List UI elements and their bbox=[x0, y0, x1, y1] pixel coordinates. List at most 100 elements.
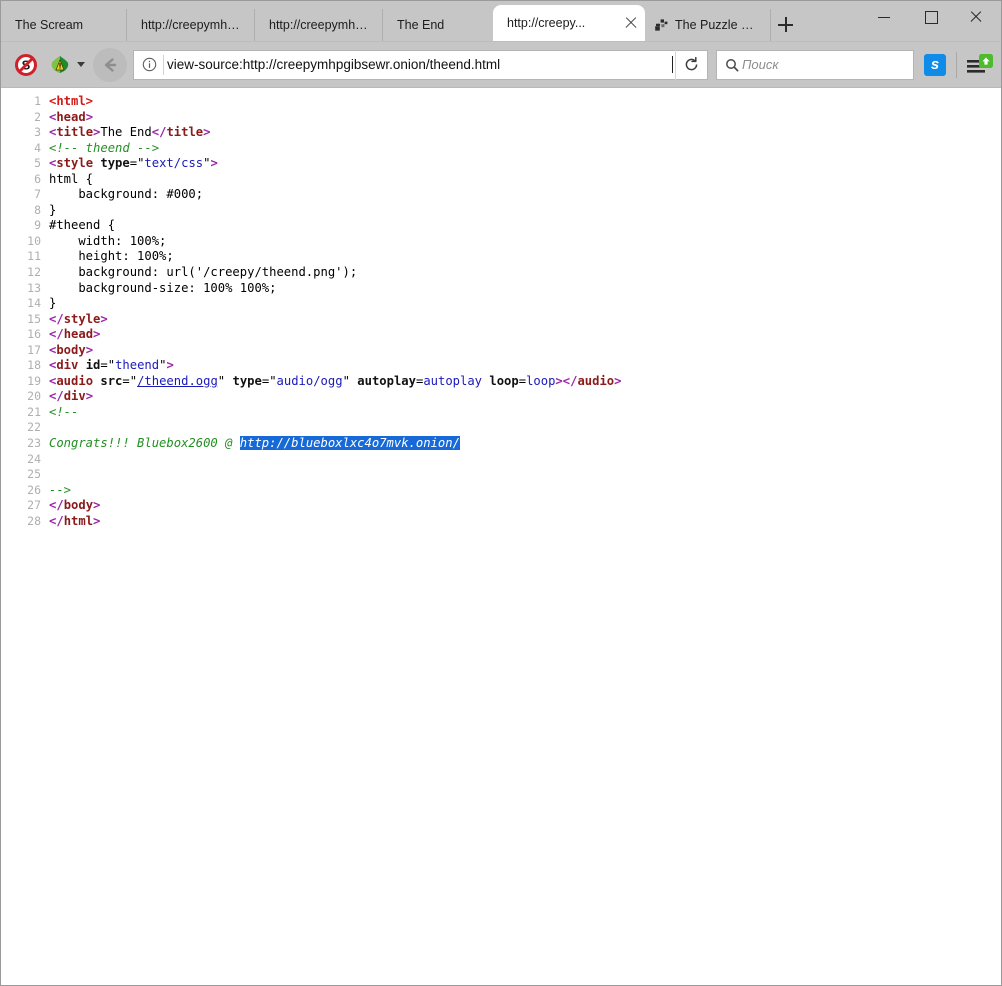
source-line: 24 bbox=[1, 452, 1001, 468]
source-line: 14} bbox=[1, 296, 1001, 312]
chevron-down-icon bbox=[77, 62, 85, 67]
source-token: id bbox=[86, 358, 101, 372]
window-close-icon[interactable] bbox=[953, 1, 999, 31]
source-token: = bbox=[130, 156, 137, 170]
source-token: head bbox=[56, 110, 85, 124]
source-token: > bbox=[93, 327, 100, 341]
tab-the-scream[interactable]: The Scream bbox=[1, 9, 127, 41]
source-token: audio bbox=[577, 374, 614, 388]
source-line: 26--> bbox=[1, 483, 1001, 499]
source-token: </ bbox=[49, 389, 64, 403]
source-line: 20 </div> bbox=[1, 389, 1001, 405]
tab-label: http://creepymhp... bbox=[269, 18, 372, 32]
source-token: background: url('/creepy/theend.png'); bbox=[49, 265, 357, 279]
line-number: 20 bbox=[1, 389, 41, 405]
back-button[interactable] bbox=[93, 48, 127, 82]
source-token: text/css bbox=[144, 156, 203, 170]
line-number: 9 bbox=[1, 218, 41, 234]
source-token: > bbox=[93, 514, 100, 528]
skype-icon[interactable]: s bbox=[924, 54, 946, 76]
source-token: > bbox=[100, 312, 107, 326]
source-token: autoplay bbox=[423, 374, 482, 388]
search-bar[interactable]: Поиск bbox=[716, 50, 914, 80]
source-token: type bbox=[100, 156, 129, 170]
minimize-icon[interactable] bbox=[861, 1, 907, 31]
source-line: 13 background-size: 100% 100%; bbox=[1, 281, 1001, 297]
line-number: 23 bbox=[1, 436, 41, 452]
line-number: 25 bbox=[1, 467, 41, 483]
source-token: " bbox=[269, 374, 276, 388]
source-token: theend bbox=[115, 358, 159, 372]
hamburger-menu-button[interactable] bbox=[961, 50, 997, 80]
line-number: 8 bbox=[1, 203, 41, 219]
info-icon[interactable] bbox=[136, 52, 162, 78]
tab-list: The Scream http://creepymhp... http://cr… bbox=[1, 1, 861, 41]
source-token: audio/ogg bbox=[277, 374, 343, 388]
line-number: 16 bbox=[1, 327, 41, 343]
navigation-toolbar: S bbox=[1, 41, 1001, 87]
source-token: > bbox=[86, 389, 93, 403]
line-number: 4 bbox=[1, 141, 41, 157]
source-line: 3<title>The End</title> bbox=[1, 125, 1001, 141]
close-icon[interactable] bbox=[621, 13, 641, 33]
noscript-permissions-button[interactable] bbox=[47, 54, 85, 76]
source-token bbox=[78, 358, 85, 372]
source-token: div bbox=[64, 389, 86, 403]
line-number: 27 bbox=[1, 498, 41, 514]
tab-the-puzzle-master[interactable]: The Puzzle Ma... bbox=[645, 9, 771, 41]
address-bar[interactable]: view-source:http://creepymhpgibsewr.onio… bbox=[133, 50, 708, 80]
search-icon bbox=[725, 58, 739, 72]
reload-icon[interactable] bbox=[675, 50, 707, 80]
source-token: = bbox=[122, 374, 129, 388]
source-token: </ bbox=[49, 514, 64, 528]
source-token: <!-- theend --> bbox=[49, 141, 159, 155]
tab-label: The Puzzle Ma... bbox=[675, 18, 760, 32]
source-token: Congrats!!! Bluebox2600 @ bbox=[49, 436, 240, 450]
maximize-icon[interactable] bbox=[907, 1, 953, 31]
line-number: 22 bbox=[1, 420, 41, 436]
tab-the-end[interactable]: The End bbox=[383, 9, 493, 41]
tab-creepy-1[interactable]: http://creepymhp... bbox=[127, 9, 255, 41]
line-number: 24 bbox=[1, 452, 41, 468]
source-token: } bbox=[49, 296, 56, 310]
source-token: loop bbox=[489, 374, 518, 388]
new-tab-button[interactable] bbox=[771, 9, 801, 41]
source-token: title bbox=[166, 125, 203, 139]
tab-active-creepy-view-source[interactable]: http://creepy... bbox=[493, 5, 645, 41]
page-content[interactable]: 1<html>2<head>3<title>The End</title>4<!… bbox=[1, 87, 1001, 985]
source-token: > bbox=[86, 343, 93, 357]
selected-url-text[interactable]: http://blueboxlxc4o7mvk.onion/ bbox=[240, 436, 460, 450]
noscript-blocked-icon[interactable]: S bbox=[11, 50, 41, 80]
source-token: } bbox=[49, 203, 56, 217]
source-token: </ bbox=[49, 312, 64, 326]
source-token: = bbox=[100, 358, 107, 372]
tab-label: http://creepy... bbox=[507, 16, 585, 30]
source-line: 18<div id="theend"> bbox=[1, 358, 1001, 374]
tab-creepy-2[interactable]: http://creepymhp... bbox=[255, 9, 383, 41]
source-token: > bbox=[555, 374, 562, 388]
line-number: 21 bbox=[1, 405, 41, 421]
source-token: <!-- bbox=[49, 405, 78, 419]
source-token: audio bbox=[56, 374, 93, 388]
source-token: </ bbox=[152, 125, 167, 139]
line-number: 17 bbox=[1, 343, 41, 359]
source-token: " bbox=[108, 358, 115, 372]
line-number: 26 bbox=[1, 483, 41, 499]
source-code-view[interactable]: 1<html>2<head>3<title>The End</title>4<!… bbox=[1, 88, 1001, 529]
address-bar-url: view-source:http://creepymhpgibsewr.onio… bbox=[167, 57, 672, 72]
source-token: title bbox=[56, 125, 93, 139]
source-token: " bbox=[343, 374, 350, 388]
source-line: 4 <!-- theend --> bbox=[1, 141, 1001, 157]
source-token: = bbox=[519, 374, 526, 388]
browser-window: The Scream http://creepymhp... http://cr… bbox=[0, 0, 1002, 986]
source-line: 16</head> bbox=[1, 327, 1001, 343]
source-line: 15</style> bbox=[1, 312, 1001, 328]
source-token: #theend { bbox=[49, 218, 115, 232]
line-number: 15 bbox=[1, 312, 41, 328]
source-token: loop bbox=[526, 374, 555, 388]
search-input[interactable]: Поиск bbox=[742, 57, 779, 72]
source-token: src bbox=[100, 374, 122, 388]
toolbar-divider bbox=[956, 52, 957, 78]
source-link[interactable]: /theend.ogg bbox=[137, 374, 218, 388]
text-cursor bbox=[672, 56, 673, 73]
